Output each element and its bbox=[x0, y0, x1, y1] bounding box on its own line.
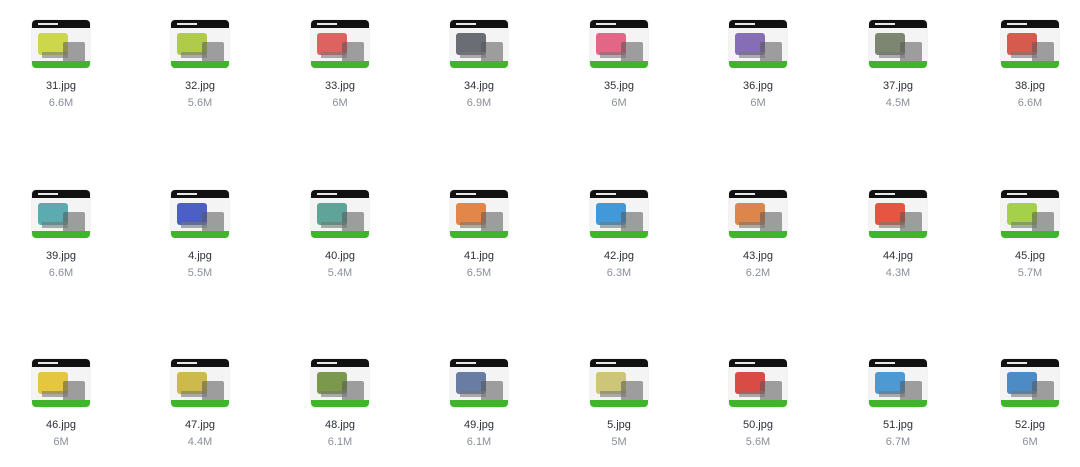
file-item[interactable]: 5.jpg 5M bbox=[559, 339, 679, 449]
file-size: 5.4M bbox=[327, 267, 353, 279]
file-item[interactable]: 43.jpg 6.2M bbox=[698, 170, 818, 280]
file-name: 39.jpg bbox=[46, 250, 76, 262]
image-thumbnail-icon[interactable] bbox=[590, 359, 648, 407]
image-thumbnail-icon[interactable] bbox=[450, 190, 508, 238]
file-item[interactable]: 48.jpg 6.1M bbox=[280, 339, 400, 449]
image-thumbnail-icon[interactable] bbox=[450, 359, 508, 407]
file-name: 33.jpg bbox=[325, 80, 355, 92]
file-name: 36.jpg bbox=[743, 80, 773, 92]
file-name: 47.jpg bbox=[185, 419, 215, 431]
image-thumbnail-icon[interactable] bbox=[590, 190, 648, 238]
file-name: 42.jpg bbox=[604, 250, 634, 262]
file-item[interactable]: 47.jpg 4.4M bbox=[140, 339, 260, 449]
image-thumbnail-icon[interactable] bbox=[311, 20, 369, 68]
file-name: 52.jpg bbox=[1015, 419, 1045, 431]
file-size: 6.5M bbox=[466, 267, 492, 279]
file-name: 51.jpg bbox=[883, 419, 913, 431]
image-thumbnail-icon[interactable] bbox=[729, 359, 787, 407]
file-name: 49.jpg bbox=[464, 419, 494, 431]
file-item[interactable]: 37.jpg 4.5M bbox=[838, 0, 958, 110]
file-item[interactable]: 46.jpg 6M bbox=[1, 339, 121, 449]
file-item[interactable]: 31.jpg 6.6M bbox=[1, 0, 121, 110]
image-thumbnail-icon[interactable] bbox=[729, 190, 787, 238]
file-name: 50.jpg bbox=[743, 419, 773, 431]
file-size: 6M bbox=[53, 436, 69, 448]
file-name: 4.jpg bbox=[188, 250, 212, 262]
file-name: 44.jpg bbox=[883, 250, 913, 262]
file-size: 6.1M bbox=[466, 436, 492, 448]
file-size: 5M bbox=[611, 436, 627, 448]
file-item[interactable]: 51.jpg 6.7M bbox=[838, 339, 958, 449]
image-thumbnail-icon[interactable] bbox=[311, 359, 369, 407]
file-name: 32.jpg bbox=[185, 80, 215, 92]
image-thumbnail-icon[interactable] bbox=[729, 20, 787, 68]
file-size: 4.5M bbox=[885, 97, 911, 109]
file-size: 5.6M bbox=[187, 97, 213, 109]
file-size: 6.3M bbox=[606, 267, 632, 279]
image-thumbnail-icon[interactable] bbox=[1001, 20, 1059, 68]
file-size: 5.6M bbox=[745, 436, 771, 448]
file-size: 4.4M bbox=[187, 436, 213, 448]
file-item[interactable]: 4.jpg 5.5M bbox=[140, 170, 260, 280]
file-grid: 31.jpg 6.6M 32.jpg 5.6M 33.jpg 6M 34.jpg 6.9M 35… bbox=[0, 0, 1080, 467]
image-thumbnail-icon[interactable] bbox=[171, 359, 229, 407]
file-item[interactable]: 42.jpg 6.3M bbox=[559, 170, 679, 280]
file-item[interactable]: 32.jpg 5.6M bbox=[140, 0, 260, 110]
file-size: 6M bbox=[611, 97, 627, 109]
file-name: 46.jpg bbox=[46, 419, 76, 431]
file-name: 38.jpg bbox=[1015, 80, 1045, 92]
file-name: 48.jpg bbox=[325, 419, 355, 431]
file-size: 5.7M bbox=[1017, 267, 1043, 279]
file-item[interactable]: 49.jpg 6.1M bbox=[419, 339, 539, 449]
file-item[interactable]: 33.jpg 6M bbox=[280, 0, 400, 110]
file-size: 6.9M bbox=[466, 97, 492, 109]
file-item[interactable]: 36.jpg 6M bbox=[698, 0, 818, 110]
file-name: 41.jpg bbox=[464, 250, 494, 262]
file-name: 5.jpg bbox=[607, 419, 631, 431]
image-thumbnail-icon[interactable] bbox=[450, 20, 508, 68]
file-item[interactable]: 39.jpg 6.6M bbox=[1, 170, 121, 280]
file-size: 6.6M bbox=[48, 267, 74, 279]
file-item[interactable]: 44.jpg 4.3M bbox=[838, 170, 958, 280]
file-item[interactable]: 52.jpg 6M bbox=[970, 339, 1080, 449]
file-name: 40.jpg bbox=[325, 250, 355, 262]
file-size: 6M bbox=[750, 97, 766, 109]
image-thumbnail-icon[interactable] bbox=[1001, 190, 1059, 238]
image-thumbnail-icon[interactable] bbox=[32, 359, 90, 407]
image-thumbnail-icon[interactable] bbox=[869, 20, 927, 68]
file-name: 37.jpg bbox=[883, 80, 913, 92]
file-size: 5.5M bbox=[187, 267, 213, 279]
file-size: 6M bbox=[332, 97, 348, 109]
file-size: 6.7M bbox=[885, 436, 911, 448]
file-item[interactable]: 50.jpg 5.6M bbox=[698, 339, 818, 449]
file-item[interactable]: 41.jpg 6.5M bbox=[419, 170, 539, 280]
file-size: 4.3M bbox=[885, 267, 911, 279]
image-thumbnail-icon[interactable] bbox=[869, 359, 927, 407]
image-thumbnail-icon[interactable] bbox=[171, 20, 229, 68]
file-size: 6.1M bbox=[327, 436, 353, 448]
file-item[interactable]: 45.jpg 5.7M bbox=[970, 170, 1080, 280]
file-name: 34.jpg bbox=[464, 80, 494, 92]
file-item[interactable]: 35.jpg 6M bbox=[559, 0, 679, 110]
file-name: 43.jpg bbox=[743, 250, 773, 262]
file-item[interactable]: 40.jpg 5.4M bbox=[280, 170, 400, 280]
file-size: 6M bbox=[1022, 436, 1038, 448]
file-item[interactable]: 38.jpg 6.6M bbox=[970, 0, 1080, 110]
file-name: 45.jpg bbox=[1015, 250, 1045, 262]
image-thumbnail-icon[interactable] bbox=[311, 190, 369, 238]
image-thumbnail-icon[interactable] bbox=[590, 20, 648, 68]
image-thumbnail-icon[interactable] bbox=[32, 20, 90, 68]
file-name: 35.jpg bbox=[604, 80, 634, 92]
file-size: 6.6M bbox=[48, 97, 74, 109]
image-thumbnail-icon[interactable] bbox=[171, 190, 229, 238]
image-thumbnail-icon[interactable] bbox=[32, 190, 90, 238]
file-size: 6.6M bbox=[1017, 97, 1043, 109]
file-item[interactable]: 34.jpg 6.9M bbox=[419, 0, 539, 110]
file-name: 31.jpg bbox=[46, 80, 76, 92]
image-thumbnail-icon[interactable] bbox=[869, 190, 927, 238]
image-thumbnail-icon[interactable] bbox=[1001, 359, 1059, 407]
file-size: 6.2M bbox=[745, 267, 771, 279]
